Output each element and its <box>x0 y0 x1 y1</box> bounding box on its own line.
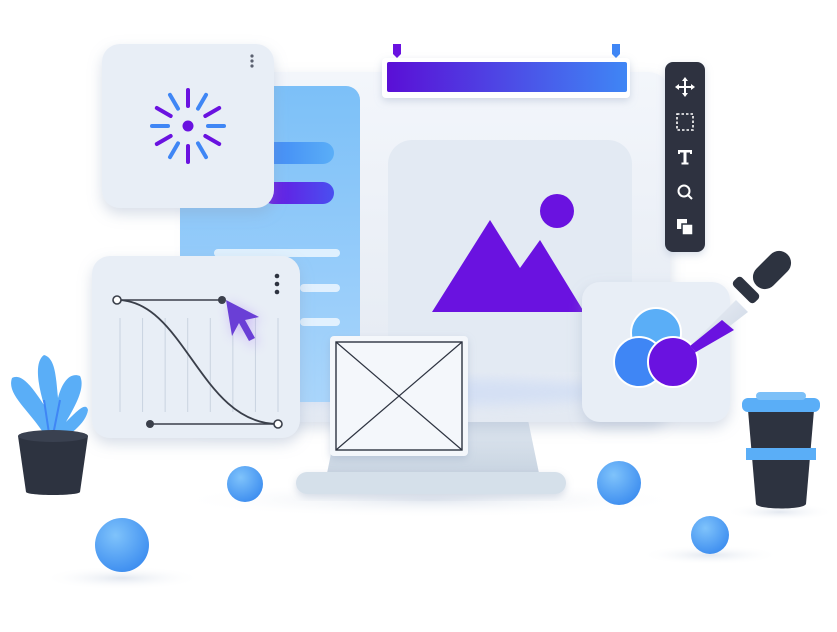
layer-item-line <box>300 284 340 292</box>
sun-icon <box>540 194 574 228</box>
coffee-cup-icon <box>742 392 820 509</box>
design-illustration <box>11 44 835 590</box>
color-mixer-card <box>582 282 730 422</box>
layer-item-line <box>300 318 340 326</box>
color-swatch[interactable] <box>647 336 699 388</box>
decor-sphere <box>597 461 641 505</box>
plant-pot-icon <box>11 355 89 495</box>
wireframe-placeholder <box>330 336 468 456</box>
gradient-stop-left[interactable] <box>393 44 401 58</box>
decor-sphere <box>95 518 149 572</box>
curve-point[interactable] <box>273 419 283 429</box>
curve-handle-point[interactable] <box>218 296 226 304</box>
tool-palette <box>665 62 705 252</box>
layer-item-line <box>214 249 340 257</box>
curve-point[interactable] <box>112 295 122 305</box>
curve-handle-point[interactable] <box>146 420 154 428</box>
gradient-slider[interactable] <box>382 44 630 98</box>
spinner-center <box>182 120 194 132</box>
loading-card <box>102 44 274 208</box>
kebab-menu-icon[interactable] <box>250 54 254 68</box>
kebab-menu-icon[interactable] <box>274 273 280 295</box>
decor-sphere <box>691 516 729 554</box>
curve-editor-card <box>92 256 300 438</box>
gradient-stop-right[interactable] <box>612 44 620 58</box>
decor-sphere <box>227 466 263 502</box>
